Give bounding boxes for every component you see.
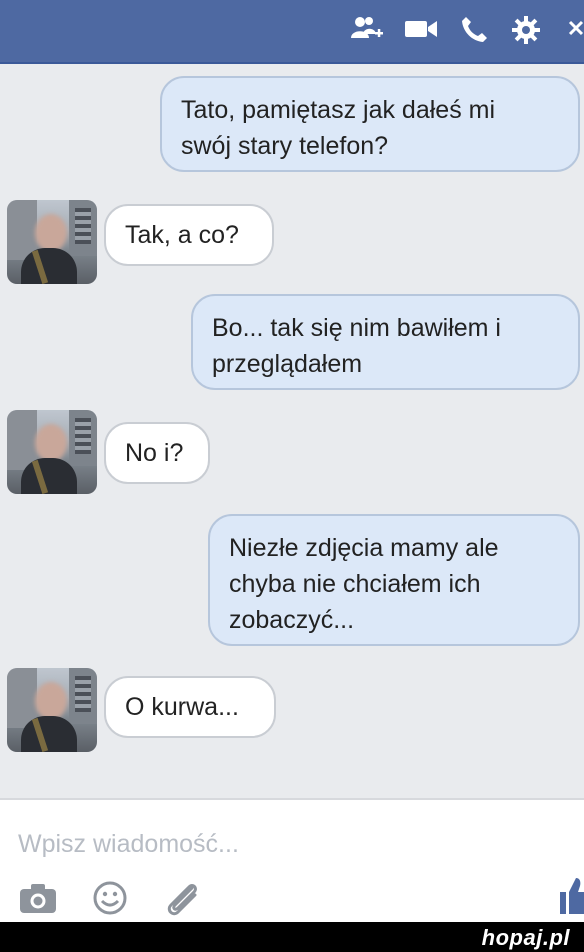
- avatar[interactable]: [7, 668, 97, 752]
- settings-gear-icon[interactable]: [510, 14, 542, 46]
- message-bubble-incoming: Tak, a co?: [104, 204, 274, 266]
- message-bubble-outgoing: Niezłe zdjęcia mamy ale chyba nie chciał…: [208, 514, 580, 646]
- video-call-icon[interactable]: [403, 14, 439, 44]
- message-list[interactable]: Tato, pamiętasz jak dałeś mi swój stary …: [0, 64, 584, 798]
- composer: [0, 798, 584, 924]
- message-line: chyba nie chciałem ich: [229, 570, 481, 598]
- message-line: Bo... tak się nim bawiłem i: [212, 314, 501, 342]
- like-thumb-icon[interactable]: [556, 874, 584, 916]
- message-line: Tak, a co?: [125, 221, 239, 249]
- brand-watermark: hopaj.pl: [481, 925, 570, 950]
- message-bubble-outgoing: Tato, pamiętasz jak dałeś mi swój stary …: [160, 76, 580, 172]
- message-line: zobaczyć...: [229, 606, 355, 634]
- emoji-icon[interactable]: [92, 880, 128, 916]
- message-bubble-incoming: No i?: [104, 422, 210, 484]
- message-line: O kurwa...: [125, 693, 239, 721]
- avatar[interactable]: [7, 200, 97, 284]
- avatar[interactable]: [7, 410, 97, 494]
- message-line: przeglądałem: [212, 350, 363, 378]
- attachment-icon[interactable]: [162, 880, 202, 918]
- message-line: No i?: [125, 439, 184, 467]
- message-line: Niezłe zdjęcia mamy ale: [229, 534, 499, 562]
- camera-icon[interactable]: [18, 880, 58, 916]
- add-people-icon[interactable]: [350, 14, 384, 44]
- phone-icon[interactable]: [458, 14, 490, 44]
- chat-header: [0, 0, 584, 64]
- message-input[interactable]: Wpisz wiadomość...: [18, 830, 239, 859]
- message-line: swój stary telefon?: [181, 132, 389, 160]
- close-icon[interactable]: [566, 14, 584, 44]
- message-line: Tato, pamiętasz jak dałeś mi: [181, 96, 496, 124]
- message-bubble-incoming: O kurwa...: [104, 676, 276, 738]
- message-bubble-outgoing: Bo... tak się nim bawiłem i przeglądałem: [191, 294, 580, 390]
